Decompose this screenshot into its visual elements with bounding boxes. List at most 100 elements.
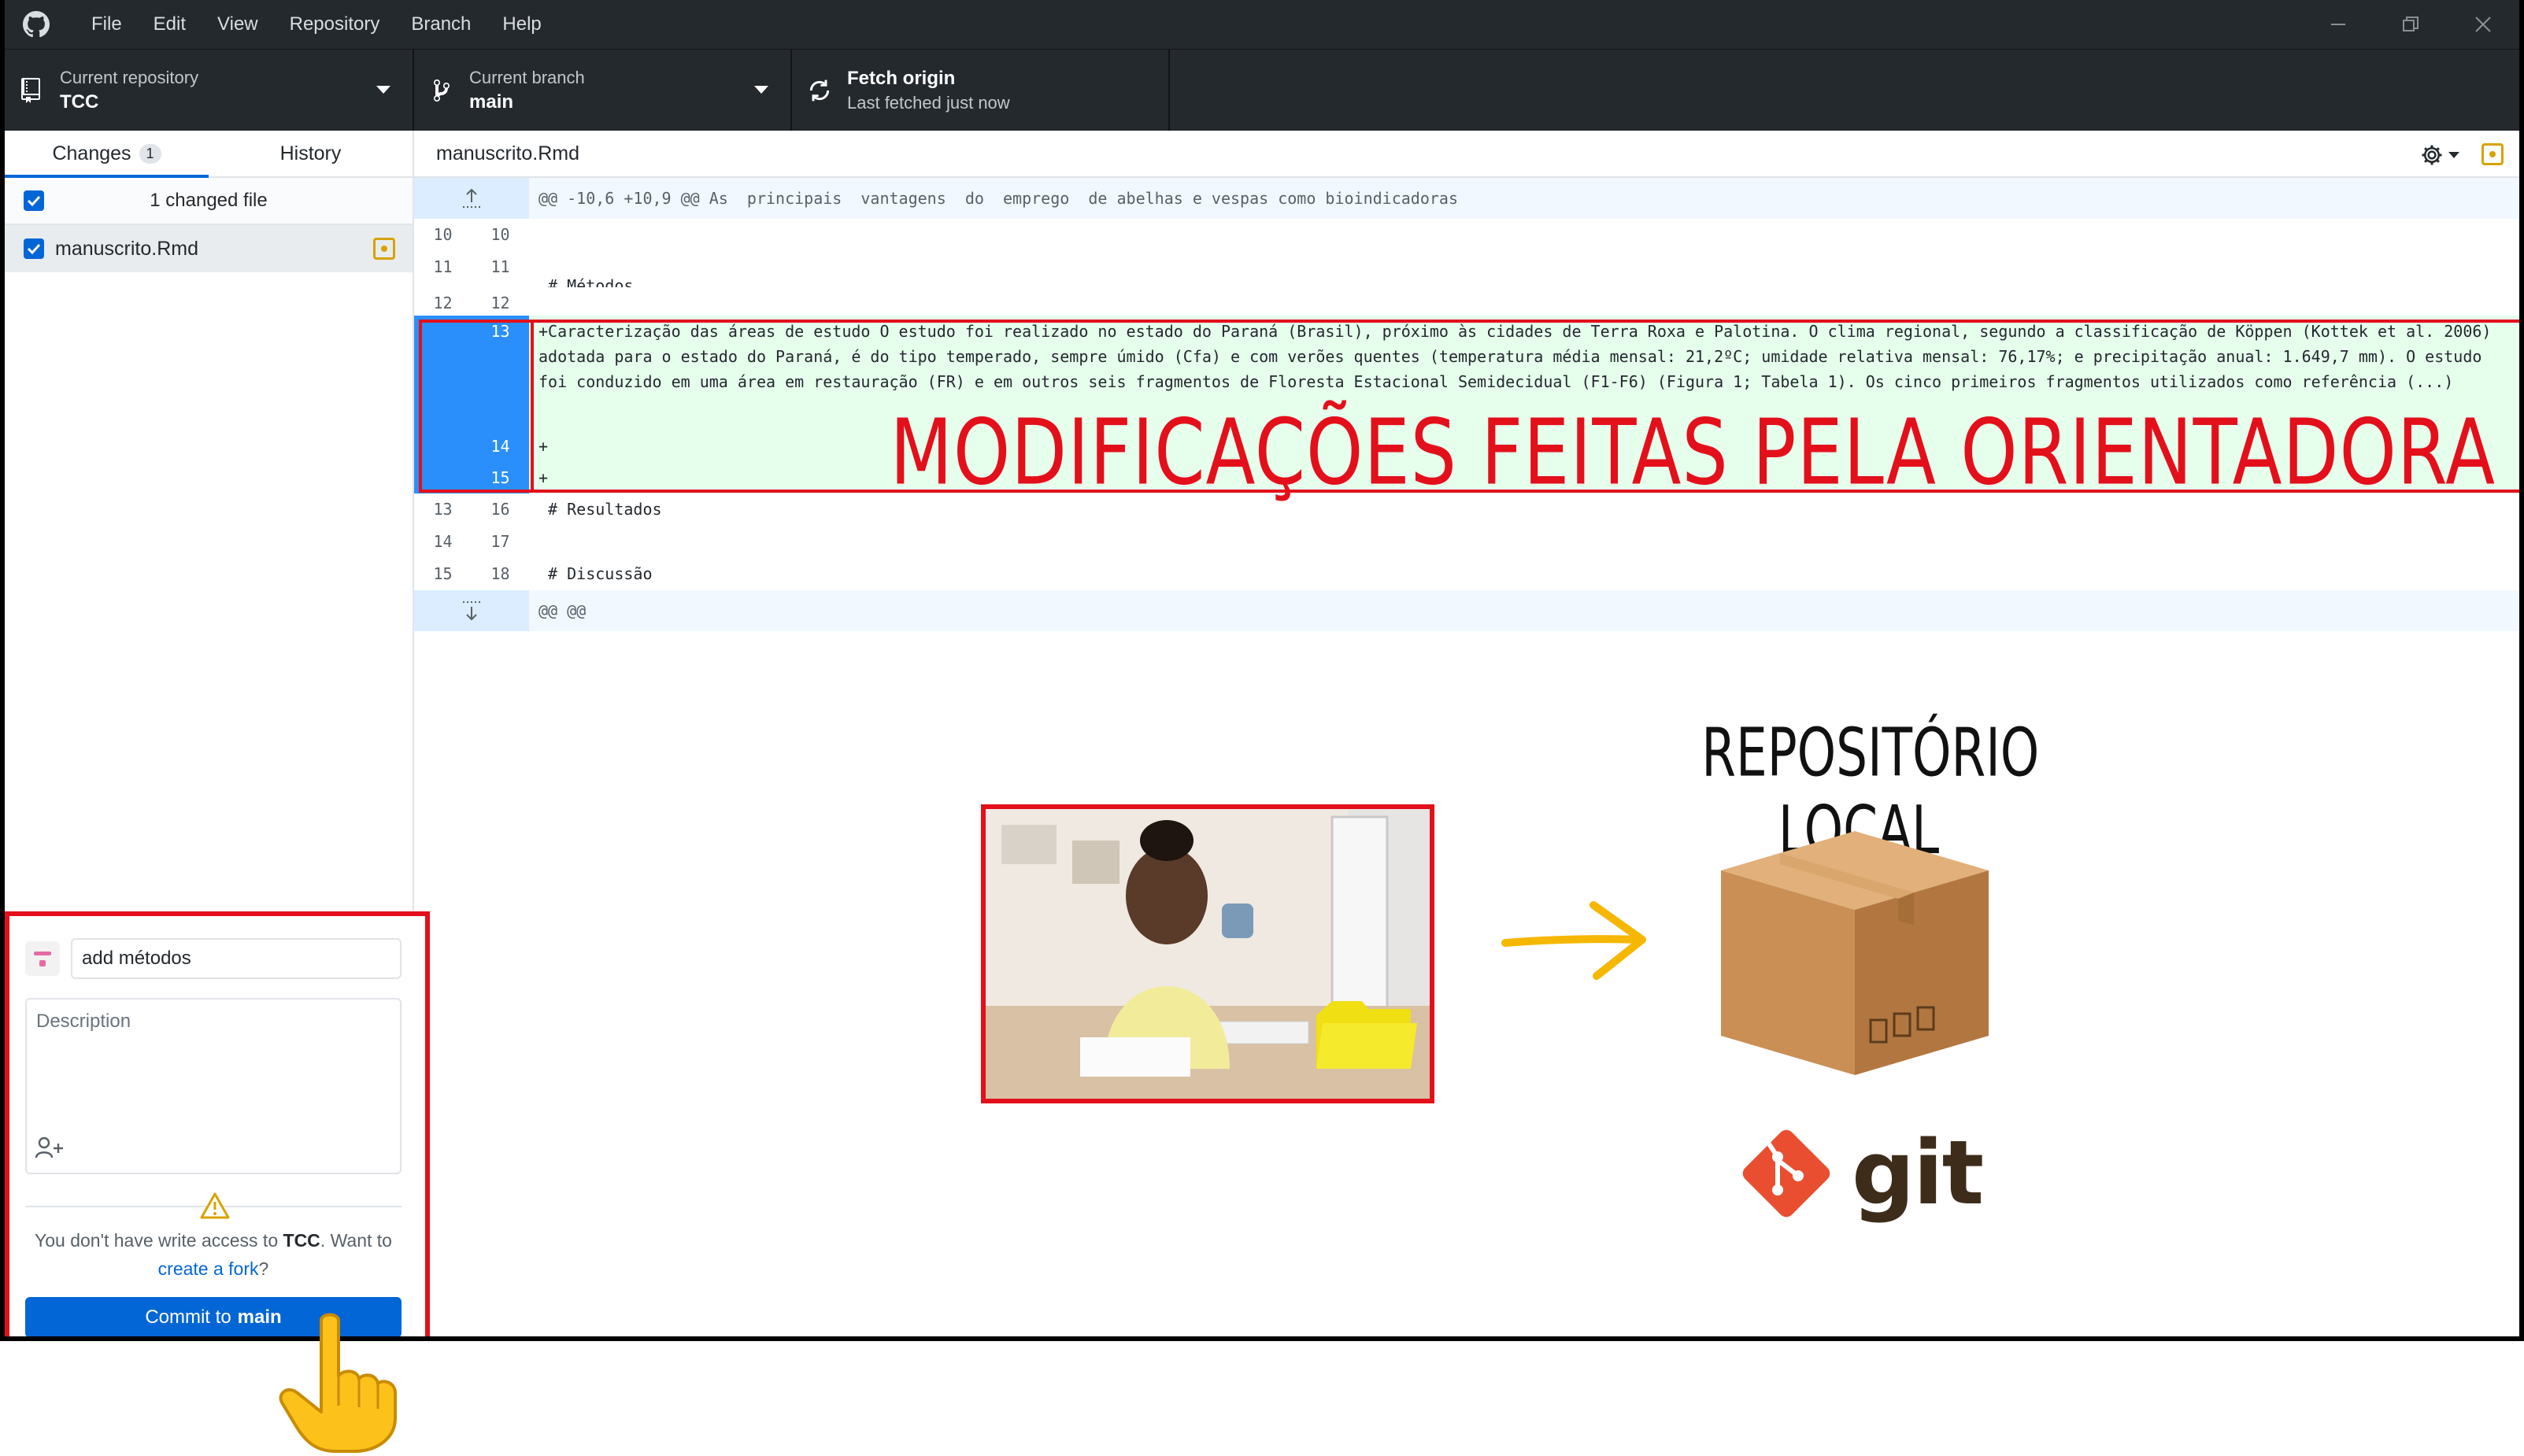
current-branch-dropdown[interactable]: Current branch main <box>414 50 792 131</box>
modified-file-icon <box>2481 143 2504 165</box>
hunk-footer-row: @@ @@ <box>414 590 2519 631</box>
check-icon <box>27 195 41 206</box>
old-line-number: 12 <box>433 294 453 312</box>
new-line-number: 12 <box>490 294 510 312</box>
commit-panel: add métodos Description You don't have w… <box>5 911 430 1336</box>
new-line-number: 10 <box>490 225 510 244</box>
tab-changes-label: Changes <box>52 142 131 164</box>
line-text: # Métodos <box>538 276 634 287</box>
github-logo-icon <box>20 9 52 40</box>
cardboard-box-icon <box>1705 823 2004 1087</box>
old-line-number: 14 <box>433 532 453 551</box>
folder-icon <box>1316 1001 1417 1069</box>
changed-file-row[interactable]: manuscrito.Rmd <box>5 225 413 272</box>
gutter-highlight <box>419 320 534 493</box>
old-line-number: 15 <box>433 564 453 583</box>
modified-file-icon <box>373 238 395 260</box>
sync-icon <box>792 78 847 103</box>
new-line-number: 17 <box>490 532 510 551</box>
gear-icon <box>2422 145 2442 165</box>
diff-line: 14 17 <box>414 526 2519 558</box>
chevron-down-icon <box>376 86 390 94</box>
menu-branch[interactable]: Branch <box>395 0 487 49</box>
diff-file-header: manuscrito.Rmd <box>414 131 2519 178</box>
close-icon <box>2475 17 2491 32</box>
new-line-number: 11 <box>490 257 510 276</box>
check-icon <box>27 243 41 254</box>
menu-help[interactable]: Help <box>487 0 557 49</box>
add-coauthor-icon[interactable] <box>35 1136 66 1163</box>
create-fork-link[interactable]: create a fork <box>158 1258 259 1279</box>
menu-repository[interactable]: Repository <box>274 0 396 49</box>
warning-icon <box>200 1192 230 1224</box>
write-access-warning: You don't have write access to TCC. Want… <box>35 1230 392 1279</box>
hunk-footer-text: @@ @@ <box>538 601 587 620</box>
diff-line: 15 18 # Discussão <box>414 558 2519 590</box>
changed-files-count: 1 changed file <box>150 190 268 211</box>
repo-label: Current repository <box>60 68 199 87</box>
sidebar-tabs: Changes 1 History <box>5 131 413 178</box>
git-diamond-icon <box>1742 1129 1830 1218</box>
chevron-down-icon <box>754 86 768 94</box>
app-window: File Edit View Repository Branch Help Cu… <box>0 0 2524 1341</box>
hunk-header-text: @@ -10,6 +10,9 @@ As principais vantagen… <box>538 189 1458 208</box>
diff-settings-button[interactable] <box>2420 143 2459 167</box>
title-bar: File Edit View Repository Branch Help <box>5 0 2519 49</box>
branch-value: main <box>469 91 514 113</box>
line-text <box>529 287 2519 316</box>
fetch-origin-button[interactable]: Fetch origin Last fetched just now <box>792 50 1170 131</box>
hunk-header-row: @@ -10,6 +10,9 @@ As principais vantagen… <box>414 178 2519 219</box>
menu-edit[interactable]: Edit <box>138 0 202 49</box>
menu-file[interactable]: File <box>76 0 138 49</box>
file-checkbox[interactable] <box>24 238 44 259</box>
fetch-status: Last fetched just now <box>847 93 1010 113</box>
menu-view[interactable]: View <box>202 0 274 49</box>
branch-label: Current branch <box>469 68 585 87</box>
file-name: manuscrito.Rmd <box>55 237 198 260</box>
restore-button[interactable] <box>2374 0 2447 49</box>
tab-history[interactable]: History <box>209 131 413 176</box>
fetch-label: Fetch origin <box>847 68 956 89</box>
git-logo: git <box>1737 1122 1984 1225</box>
new-line-number: 18 <box>490 564 510 583</box>
old-line-number: 11 <box>433 257 453 276</box>
chevron-down-icon <box>2448 152 2459 158</box>
changes-count-badge: 1 <box>139 143 161 164</box>
tab-history-label: History <box>279 142 342 164</box>
restore-icon <box>2403 17 2419 31</box>
changed-files-header: 1 changed file <box>5 178 413 225</box>
diff-line: 11 11 # Métodos <box>414 251 2519 287</box>
tab-changes[interactable]: Changes 1 <box>5 131 209 178</box>
annotation-text: MODIFICAÇÕES FEITAS PELA ORIENTADORA <box>890 400 2496 505</box>
diff-line: 10 10 <box>414 219 2519 251</box>
diff-line: 12 12 <box>414 287 2519 316</box>
toolbar: Current repository TCC Current branch ma… <box>5 49 2519 131</box>
arrow-right-icon <box>1501 897 1650 988</box>
diff-file-name: manuscrito.Rmd <box>436 142 579 164</box>
old-line-number: 13 <box>433 500 453 519</box>
diff-view: manuscrito.Rmd @@ -10,6 +10,9 @@ As prin… <box>414 131 2519 1336</box>
current-repository-dropdown[interactable]: Current repository TCC <box>5 50 414 131</box>
line-text: # Discussão <box>538 564 653 583</box>
expand-down-button[interactable] <box>414 590 529 631</box>
commit-summary-input[interactable]: add métodos <box>71 938 402 979</box>
pointing-hand-icon <box>276 1311 402 1456</box>
close-button[interactable] <box>2447 0 2519 49</box>
window-controls <box>2302 0 2519 49</box>
menu-bar: File Edit View Repository Branch Help <box>76 0 557 49</box>
expand-down-icon <box>463 601 480 621</box>
expand-up-icon <box>463 188 480 208</box>
person-working-photo <box>981 804 1434 1103</box>
expand-up-button[interactable] <box>414 178 529 219</box>
select-all-checkbox[interactable] <box>24 190 44 211</box>
avatar <box>25 941 60 976</box>
line-text <box>529 219 2519 251</box>
minimize-button[interactable] <box>2302 0 2374 49</box>
repo-value: TCC <box>60 91 99 113</box>
commit-description-field[interactable]: Description <box>25 998 402 1174</box>
line-text <box>529 526 2519 558</box>
minimize-icon <box>2331 24 2345 25</box>
repository-icon <box>5 78 60 103</box>
git-wordmark: git <box>1852 1122 1984 1225</box>
new-line-number: 16 <box>490 500 510 519</box>
